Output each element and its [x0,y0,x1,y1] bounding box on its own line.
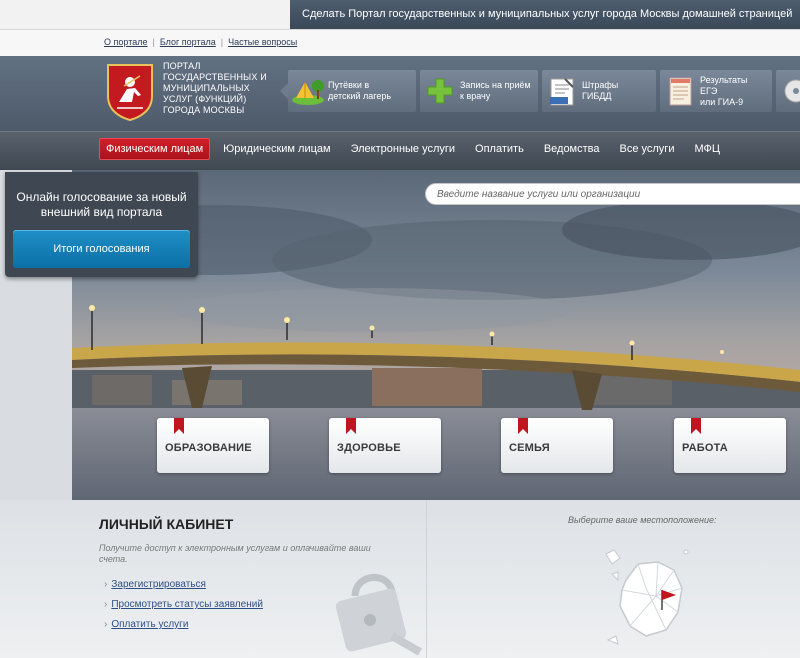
make-homepage-banner[interactable]: Сделать Портал государственных и муницип… [290,0,800,29]
exam-sheet-icon [660,71,700,111]
category-label: РАБОТА [682,442,728,454]
moscow-coat-of-arms-logo[interactable] [105,62,155,122]
category-education[interactable]: ОБРАЗОВАНИЕ [157,418,269,473]
description-line: счета. [99,554,128,564]
prev-arrow-icon[interactable] [280,83,288,99]
personal-cabinet-description: Получите доступ к электронным услугам и … [99,543,399,565]
quick-link-label: детский лагерь [328,91,392,101]
title-line: ГОРОДА МОСКВЫ [163,105,245,115]
quick-link-camp[interactable]: Путёвки в детский лагерь [280,70,416,112]
quick-link-next[interactable] [776,70,800,112]
title-line: МУНИЦИПАЛЬНЫХ [163,83,250,93]
link-separator: | [152,37,155,47]
nav-mfc[interactable]: МФЦ [687,138,727,160]
personal-cabinet-title: ЛИЧНЫЙ КАБИНЕТ [99,516,234,532]
quick-link-exam-results[interactable]: Результаты ЕГЭ или ГИА-9 [660,70,772,112]
quick-link-label: или ГИА-9 [700,96,744,107]
title-line: ГОСУДАРСТВЕННЫХ И [163,72,267,82]
make-homepage-link[interactable]: Сделать Портал государственных и муницип… [302,8,792,20]
description-line: Получите доступ к электронным услугам и … [99,543,371,553]
voting-text-line: внешний вид портала [40,205,163,219]
search-input[interactable] [426,184,800,205]
category-work[interactable]: РАБОТА [674,418,786,473]
main-nav: Физическим лицам Юридическим лицам Элект… [0,131,800,170]
category-label: ЗДОРОВЬЕ [337,442,401,454]
quick-link-label: Запись на приём [460,80,531,90]
portal-title[interactable]: ПОРТАЛ ГОСУДАРСТВЕННЫХ И МУНИЦИПАЛЬНЫХ У… [163,61,278,116]
title-line: УСЛУГ (ФУНКЦИЙ) [163,94,247,104]
nav-pay[interactable]: Оплатить [468,138,531,160]
link-separator: | [220,37,224,47]
list-item: › Оплатить услуги [104,619,263,639]
category-health[interactable]: ЗДОРОВЬЕ [329,418,441,473]
bullet: › [104,599,108,610]
register-link[interactable]: Зарегистрироваться [111,579,206,590]
quick-link-label: к врачу [460,91,491,101]
category-label: СЕМЬЯ [509,442,550,454]
bullet: › [104,579,108,590]
camp-icon [288,71,328,111]
about-portal-link[interactable]: О портале [104,37,147,47]
voting-text-line: Онлайн голосование за новый [16,190,187,204]
quick-link-traffic-fines[interactable]: Штрафы ГИБДД [542,70,656,112]
quick-link-doctor[interactable]: Запись на приём к врачу [420,70,538,112]
search-box[interactable] [425,183,800,205]
voting-panel: Онлайн голосование за новый внешний вид … [5,172,198,277]
voting-results-button[interactable]: Итоги голосования [13,230,190,268]
bookmark-icon [518,418,528,434]
quick-link-label: Штрафы ГИБДД [582,80,619,101]
medical-cross-icon [420,71,460,111]
title-line: ПОРТАЛ [163,61,201,71]
padlock-icon [335,573,422,656]
bookmark-icon [174,418,184,434]
faq-link[interactable]: Частые вопросы [228,37,297,47]
personal-cabinet-links: › Зарегистрироваться › Просмотреть статусы… [104,579,263,639]
bullet: › [104,619,108,630]
category-label: ОБРАЗОВАНИЕ [165,442,252,454]
quick-links: Путёвки в детский лагерь Запись на приём к… [280,70,800,112]
traffic-fine-icon [542,71,582,111]
nav-all-services[interactable]: Все услуги [613,138,682,160]
nav-departments[interactable]: Ведомства [537,138,607,160]
list-item: › Просмотреть статусы заявлений [104,599,263,619]
moscow-map[interactable] [596,540,716,652]
bookmark-icon [691,418,701,434]
quick-link-label: Путёвки в [328,80,370,90]
disc-icon [776,71,800,111]
application-status-link[interactable]: Просмотреть статусы заявлений [111,599,263,610]
portal-blog-link[interactable]: Блог портала [160,37,216,47]
pay-services-link[interactable]: Оплатить услуги [111,619,188,630]
category-family[interactable]: СЕМЬЯ [501,418,613,473]
quick-link-label: Результаты ЕГЭ [700,74,748,96]
bookmark-icon [346,418,356,434]
list-item: › Зарегистрироваться [104,579,263,599]
voting-text: Онлайн голосование за новый внешний вид … [5,172,198,220]
top-bar: Сделать Портал государственных и муницип… [0,0,800,30]
secondary-links-bar: О портале | Блог портала | Частые вопросы [0,30,800,56]
nav-e-services[interactable]: Электронные услуги [344,138,462,160]
nav-legal-entities[interactable]: Юридическим лицам [216,138,337,160]
nav-individuals[interactable]: Физическим лицам [99,138,211,160]
location-title: Выберите ваше местоположение: [568,515,717,525]
